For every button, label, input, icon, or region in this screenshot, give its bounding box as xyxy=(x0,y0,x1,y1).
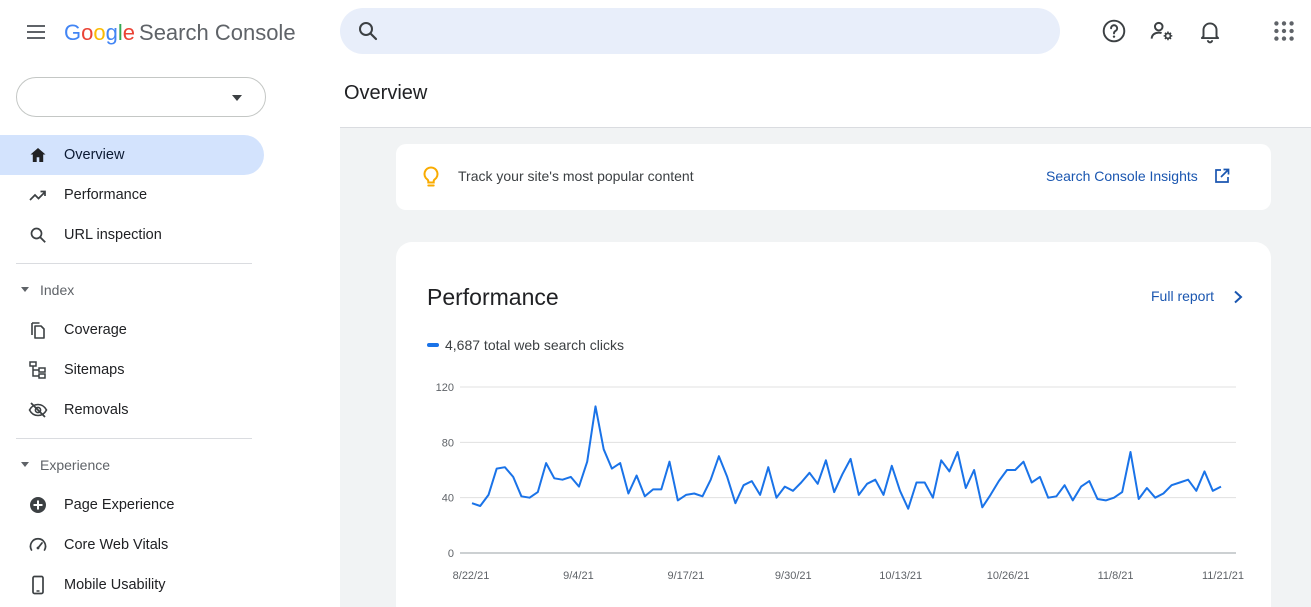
sidebar-item-label: Page Experience xyxy=(64,497,175,513)
logo-letter: g xyxy=(105,20,118,45)
page-title: Overview xyxy=(344,82,428,104)
phone-icon xyxy=(32,575,44,595)
plus-circle-icon xyxy=(30,497,46,513)
sidebar-divider xyxy=(16,438,252,439)
search-icon xyxy=(30,227,46,243)
sidebar-item-label: Performance xyxy=(64,187,148,203)
legend-label: 4,687 total web search clicks xyxy=(445,337,624,353)
sidebar-item-core-web-vitals[interactable]: Core Web Vitals xyxy=(0,525,264,565)
search-icon[interactable] xyxy=(356,19,380,43)
sidebar-section-label: Index xyxy=(40,282,75,298)
product-logo[interactable]: Google Search Console xyxy=(64,19,296,47)
x-axis-ticks: 8/22/21 9/4/21 9/17/21 9/30/21 10/13/21 10/26… xyxy=(453,570,1244,582)
clicks-line-chart: 0 40 80 120 8/22/21 9/4/21 9/17/21 9/30/21 10/1… xyxy=(436,382,1244,582)
logo-letter: o xyxy=(93,20,106,45)
sidebar-item-label: Sitemaps xyxy=(64,362,125,378)
logo-letter: G xyxy=(64,20,82,45)
home-icon xyxy=(30,148,46,162)
y-tick-label: 80 xyxy=(442,437,454,449)
sidebar-item-coverage[interactable]: Coverage xyxy=(0,310,264,350)
eye-off-icon xyxy=(28,402,48,418)
collapse-arrow-icon xyxy=(21,462,29,467)
sidebar-item-page-experience[interactable]: Page Experience xyxy=(0,485,264,525)
lightbulb-icon xyxy=(423,166,439,187)
chart-series xyxy=(471,405,1222,510)
sidebar-item-performance[interactable]: Performance xyxy=(0,175,264,215)
y-tick-label: 40 xyxy=(442,493,454,505)
chart-grid xyxy=(460,386,1236,554)
open-in-new-icon[interactable] xyxy=(1214,168,1230,184)
manage-users-icon[interactable] xyxy=(1149,18,1175,44)
x-tick-label: 11/8/21 xyxy=(1098,570,1134,582)
search-bar[interactable] xyxy=(340,8,1060,54)
sidebar-divider xyxy=(16,263,252,264)
sidebar-item-label: Mobile Usability xyxy=(64,577,166,593)
insights-card: Track your site's most popular content S… xyxy=(396,144,1271,210)
search-input[interactable] xyxy=(392,8,1042,54)
logo-letter: e xyxy=(122,20,136,45)
collapse-arrow-icon xyxy=(21,287,29,292)
y-axis-ticks: 0 40 80 120 xyxy=(436,382,454,560)
help-icon[interactable] xyxy=(1101,18,1127,44)
copy-pages-icon xyxy=(31,322,45,339)
title-divider xyxy=(340,127,1311,128)
sidebar-section-label: Experience xyxy=(40,457,111,473)
search-console-insights-link[interactable]: Search Console Insights xyxy=(1046,168,1198,184)
insight-text: Track your site's most popular content xyxy=(458,168,694,184)
sitemap-icon xyxy=(29,361,46,379)
sidebar-item-label: URL inspection xyxy=(64,227,162,243)
y-tick-label: 120 xyxy=(436,382,454,394)
apps-grid-icon[interactable] xyxy=(1271,18,1297,44)
x-tick-label: 10/26/21 xyxy=(987,570,1030,582)
logo-letter: o xyxy=(81,20,94,45)
sidebar-item-url-inspection[interactable]: URL inspection xyxy=(0,215,264,255)
menu-icon[interactable] xyxy=(24,20,48,44)
x-tick-label: 8/22/21 xyxy=(453,570,490,582)
sidebar-item-mobile-usability[interactable]: Mobile Usability xyxy=(0,565,264,605)
x-tick-label: 10/13/21 xyxy=(879,570,922,582)
sidebar-item-overview[interactable]: Overview xyxy=(0,135,264,175)
sidebar-section-experience[interactable]: Experience xyxy=(0,449,264,479)
x-tick-label: 11/21/21 xyxy=(1202,570,1244,582)
full-report-link[interactable]: Full report xyxy=(1151,288,1214,304)
x-tick-label: 9/30/21 xyxy=(775,570,812,582)
sidebar-item-removals[interactable]: Removals xyxy=(0,390,264,430)
notifications-icon[interactable] xyxy=(1197,18,1223,44)
x-tick-label: 9/4/21 xyxy=(563,570,594,582)
legend-swatch xyxy=(427,343,439,347)
sidebar-item-label: Overview xyxy=(64,147,125,163)
sidebar-section-index[interactable]: Index xyxy=(0,274,264,304)
y-tick-label: 0 xyxy=(448,548,454,560)
performance-card: Performance Full report 4,687 total web … xyxy=(396,242,1271,607)
trending-up-icon xyxy=(29,190,46,201)
property-selector[interactable] xyxy=(16,77,266,117)
clicks-series-line xyxy=(471,405,1222,510)
sidebar-item-sitemaps[interactable]: Sitemaps xyxy=(0,350,264,390)
performance-title: Performance xyxy=(427,284,559,310)
speedometer-icon xyxy=(29,537,47,551)
sidebar-item-label: Coverage xyxy=(64,322,127,338)
sidebar-item-label: Core Web Vitals xyxy=(64,537,169,553)
sidebar-item-label: Removals xyxy=(64,402,129,418)
dropdown-arrow-icon xyxy=(232,95,242,101)
product-name: Search Console xyxy=(139,20,296,45)
chevron-right-icon[interactable] xyxy=(1231,289,1245,305)
top-app-bar: Google Search Console xyxy=(0,0,1311,64)
x-tick-label: 9/17/21 xyxy=(668,570,705,582)
